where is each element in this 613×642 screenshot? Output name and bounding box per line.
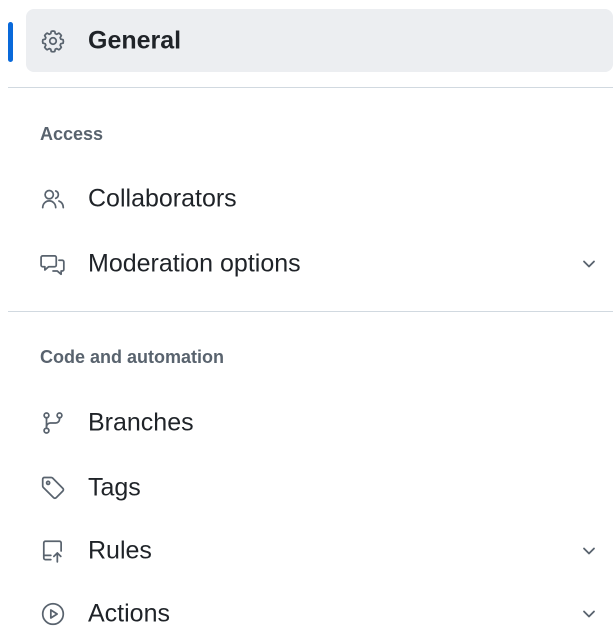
git-branch-icon xyxy=(38,408,68,438)
settings-sidebar-nav: General Access Collaborators Moderation … xyxy=(0,0,613,633)
nav-item-actions[interactable]: Actions xyxy=(26,586,613,642)
section-heading-code-and-automation: Code and automation xyxy=(40,347,224,367)
section-divider xyxy=(8,311,613,312)
nav-item-branches[interactable]: Branches xyxy=(26,395,613,451)
tag-icon xyxy=(38,473,68,503)
nav-item-label: Actions xyxy=(88,599,170,628)
nav-item-label: Tags xyxy=(88,473,141,502)
chevron-down-icon[interactable] xyxy=(579,254,599,274)
active-indicator xyxy=(8,22,13,62)
nav-item-rules[interactable]: Rules xyxy=(26,523,613,579)
nav-item-collaborators[interactable]: Collaborators xyxy=(26,171,613,227)
chevron-down-icon[interactable] xyxy=(579,541,599,561)
comment-discussion-icon xyxy=(38,249,68,279)
repo-push-icon xyxy=(38,536,68,566)
section-divider xyxy=(8,87,613,88)
nav-item-moderation-options[interactable]: Moderation options xyxy=(26,236,613,292)
gear-icon xyxy=(38,26,68,56)
nav-item-label: General xyxy=(88,26,182,54)
nav-item-general[interactable]: General xyxy=(26,9,613,72)
nav-item-tags[interactable]: Tags xyxy=(26,460,613,516)
section-heading-access: Access xyxy=(40,124,104,144)
chevron-down-icon[interactable] xyxy=(579,604,599,624)
nav-item-label: Rules xyxy=(88,536,152,565)
nav-item-label: Moderation options xyxy=(88,249,301,278)
nav-item-label: Collaborators xyxy=(88,184,237,213)
play-icon xyxy=(38,599,68,629)
people-icon xyxy=(38,184,68,214)
nav-item-label: Branches xyxy=(88,408,194,437)
